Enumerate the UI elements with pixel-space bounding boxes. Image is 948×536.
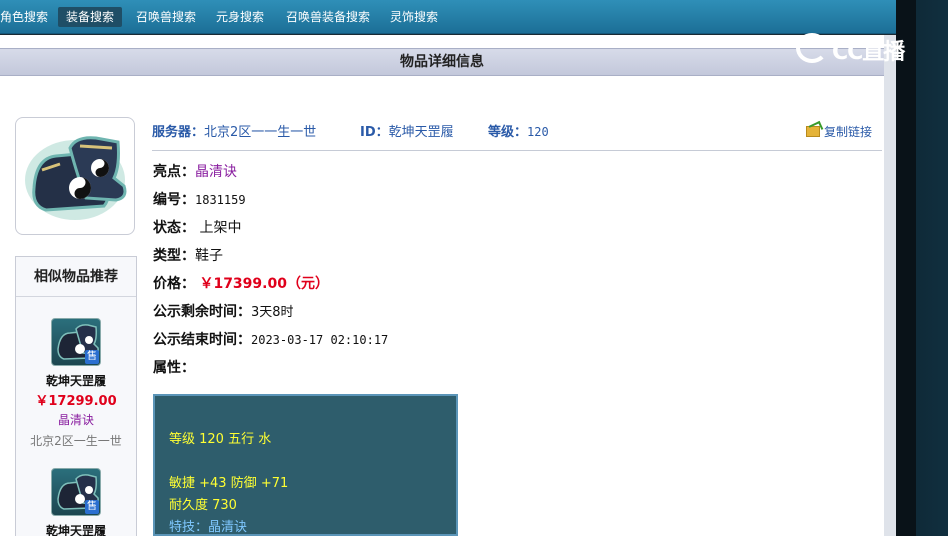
item-image	[15, 117, 135, 235]
similar-item-image[interactable]: 售	[51, 468, 101, 516]
end-time-row: 公示结束时间：2023-03-17 02:10:17	[153, 329, 388, 349]
page-title: 物品详细信息	[0, 48, 884, 76]
nav-summon-search[interactable]: 召唤兽搜索	[128, 7, 204, 27]
price-label: 价格：	[153, 276, 195, 292]
type-label: 类型：	[153, 248, 195, 264]
level-label: 等级：	[488, 125, 528, 140]
for-sale-badge: 售	[85, 500, 99, 514]
boots-icon	[25, 136, 127, 220]
similar-items-title: 相似物品推荐	[16, 257, 136, 297]
remaining-time-row: 公示剩余时间：3天8时	[153, 301, 294, 321]
number-row: 编号：1831159	[153, 189, 246, 209]
similar-item-feature: 晶清诀	[57, 413, 94, 427]
price-row: 价格： ￥17399.00（元）	[153, 273, 329, 293]
similar-items-panel: 相似物品推荐 售 乾坤天罡履 ￥17299.00 晶清诀 北京2区一生一世 售 …	[15, 256, 137, 536]
id-label: ID：	[360, 125, 389, 140]
remaining-time-label: 公示剩余时间：	[153, 304, 251, 320]
item-summary-header: 服务器：北京2区一一生一世 ID：乾坤天罡履 等级：120 复制链接	[152, 121, 882, 151]
cc-logo-text: CC直播	[832, 40, 905, 65]
level-value: 120	[527, 125, 549, 139]
attr-special-skill: 特技：晶清诀	[169, 520, 248, 535]
attr-durability: 耐久度 730	[169, 498, 237, 513]
attr-level-element: 等级 120 五行 水	[169, 432, 272, 447]
status-value: 上架中	[199, 220, 242, 236]
similar-item-server: 北京2区一生一世	[30, 434, 122, 448]
copy-link-label: 复制链接	[823, 125, 872, 139]
for-sale-badge: 售	[85, 350, 99, 364]
feature-value: 晶清诀	[195, 164, 237, 180]
copy-link-button[interactable]: 复制链接	[805, 123, 872, 140]
status-row: 状态： 上架中	[153, 217, 241, 237]
number-value: 1831159	[195, 193, 246, 207]
type-value: 鞋子	[195, 248, 223, 264]
page-content: 物品详细信息 相似物品推荐 售 乾坤天罡履 ￥17299.00 晶清诀 北京2区…	[0, 35, 884, 536]
nav-role-search[interactable]: 角色搜索	[0, 7, 56, 27]
id-value: 乾坤天罡履	[388, 125, 454, 140]
top-nav: 角色搜索 装备搜索 召唤兽搜索 元身搜索 召唤兽装备搜索 灵饰搜索	[0, 0, 896, 34]
nav-summon-equipment-search[interactable]: 召唤兽装备搜索	[278, 7, 378, 27]
mouse-cursor-icon	[660, 439, 670, 455]
similar-item-name[interactable]: 乾坤天罡履	[16, 372, 136, 389]
scrollbar-track[interactable]	[884, 35, 896, 536]
id-info: ID：乾坤天罡履	[360, 121, 454, 140]
number-label: 编号：	[153, 192, 195, 208]
feature-row: 亮点：晶清诀	[153, 161, 237, 181]
cc-logo-icon	[796, 33, 828, 63]
copy-link-icon	[805, 126, 820, 137]
attributes-row: 属性：	[153, 357, 195, 377]
server-value: 北京2区一一生一世	[204, 125, 317, 140]
cc-live-logo: CC直播	[796, 30, 920, 68]
price-value: ￥17399.00（元）	[199, 276, 329, 292]
end-time-value: 2023-03-17 02:10:17	[251, 333, 389, 347]
end-time-label: 公示结束时间：	[153, 332, 251, 348]
nav-equipment-search[interactable]: 装备搜索	[58, 7, 123, 27]
right-side-strip	[896, 0, 948, 536]
remaining-time-value: 3天8时	[251, 305, 294, 320]
similar-item-image[interactable]: 售	[51, 318, 101, 366]
similar-item-name[interactable]: 乾坤天罡履	[16, 522, 136, 536]
level-info: 等级：120	[488, 121, 549, 140]
status-label: 状态：	[153, 220, 195, 236]
attributes-label: 属性：	[153, 360, 195, 376]
similar-item-price: ￥17299.00	[35, 394, 117, 409]
nav-yuanshen-search[interactable]: 元身搜索	[208, 7, 272, 27]
attributes-panel: 等级 120 五行 水 敏捷 +43 防御 +71 耐久度 730 特技：晶清诀	[153, 394, 458, 536]
type-row: 类型：鞋子	[153, 245, 223, 265]
attr-stats: 敏捷 +43 防御 +71	[169, 476, 289, 491]
feature-label: 亮点：	[153, 164, 195, 180]
server-label: 服务器：	[152, 125, 205, 140]
server-info: 服务器：北京2区一一生一世	[152, 121, 316, 140]
nav-ornament-search[interactable]: 灵饰搜索	[382, 7, 446, 27]
